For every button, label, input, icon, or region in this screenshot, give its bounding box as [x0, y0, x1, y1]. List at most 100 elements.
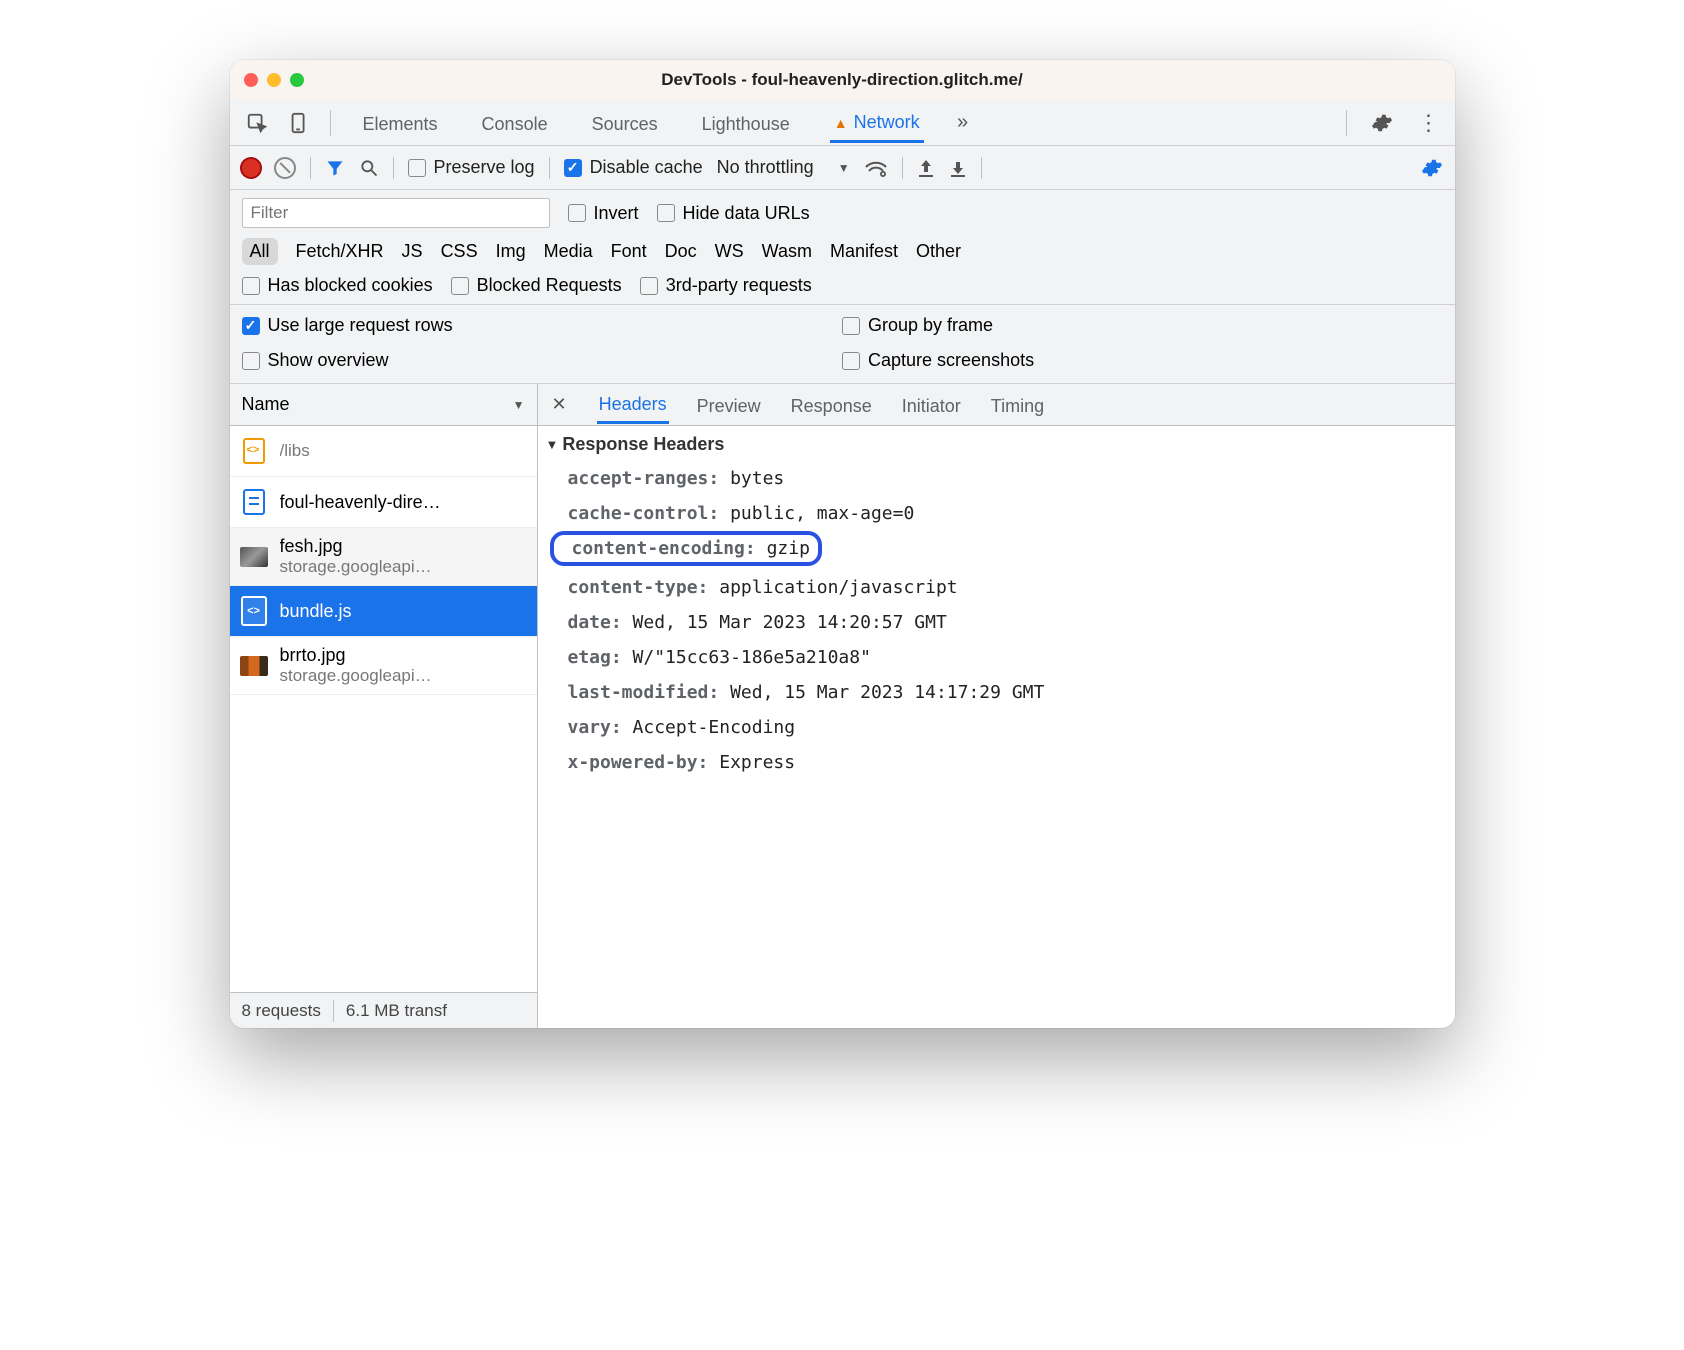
blocked-cookies-label: Has blocked cookies: [268, 275, 433, 296]
chip-font[interactable]: Font: [611, 241, 647, 262]
request-row[interactable]: foul-heavenly-dire…: [230, 477, 537, 528]
chip-fetch-xhr[interactable]: Fetch/XHR: [296, 241, 384, 262]
chip-css[interactable]: CSS: [441, 241, 478, 262]
response-headers-section[interactable]: ▼ Response Headers: [546, 434, 1441, 455]
tab-elements[interactable]: Elements: [359, 104, 442, 142]
type-filter-chips: All Fetch/XHR JS CSS Img Media Font Doc …: [242, 238, 1443, 265]
divider: [981, 157, 982, 179]
search-icon[interactable]: [359, 158, 379, 178]
header-line-highlighted: content-encoding: gzip: [550, 531, 822, 566]
name-column-label: Name: [242, 394, 290, 415]
header-line: accept-ranges: bytes: [546, 461, 1441, 496]
network-settings-gear-icon[interactable]: [1421, 157, 1443, 179]
divider: [330, 110, 331, 136]
chip-ws[interactable]: WS: [715, 241, 744, 262]
header-line: last-modified: Wed, 15 Mar 2023 14:17:29…: [546, 675, 1441, 710]
tab-timing[interactable]: Timing: [989, 387, 1046, 423]
request-list-pane: Name ▼ /libs foul-heavenly-dire…: [230, 384, 538, 1028]
upload-har-icon[interactable]: [917, 158, 935, 178]
title-bar: DevTools - foul-heavenly-direction.glitc…: [230, 60, 1455, 100]
document-file-icon: [240, 485, 268, 519]
inspect-element-icon[interactable]: [240, 106, 274, 140]
chip-media[interactable]: Media: [544, 241, 593, 262]
header-line: date: Wed, 15 Mar 2023 14:20:57 GMT: [546, 605, 1441, 640]
name-column-header[interactable]: Name ▼: [230, 384, 537, 426]
download-har-icon[interactable]: [949, 158, 967, 178]
headers-body: ▼ Response Headers accept-ranges: bytes …: [538, 426, 1455, 1028]
network-conditions-icon[interactable]: [864, 158, 888, 178]
header-line: content-type: application/javascript: [546, 570, 1441, 605]
chip-doc[interactable]: Doc: [665, 241, 697, 262]
status-strip: 8 requests 6.1 MB transf: [230, 992, 537, 1028]
request-row[interactable]: fesh.jpg storage.googleapi…: [230, 528, 537, 586]
script-file-icon: <>: [240, 594, 268, 628]
filter-bar: Invert Hide data URLs All Fetch/XHR JS C…: [230, 190, 1455, 305]
request-name: bundle.js: [280, 601, 352, 622]
kebab-menu-icon[interactable]: ⋮: [1411, 106, 1445, 140]
warning-triangle-icon: ▲: [834, 115, 848, 131]
throttling-select[interactable]: No throttling ▼: [717, 157, 850, 178]
chip-other[interactable]: Other: [916, 241, 961, 262]
third-party-toggle[interactable]: 3rd-party requests: [640, 275, 812, 296]
tab-console[interactable]: Console: [478, 104, 552, 142]
preserve-log-label: Preserve log: [434, 157, 535, 178]
tab-network[interactable]: ▲ Network: [830, 102, 924, 143]
screenshots-toggle[interactable]: Capture screenshots: [842, 350, 1443, 371]
request-name: fesh.jpg: [280, 536, 432, 557]
chip-img[interactable]: Img: [496, 241, 526, 262]
chip-wasm[interactable]: Wasm: [762, 241, 812, 262]
request-row[interactable]: brrto.jpg storage.googleapi…: [230, 637, 537, 695]
disable-cache-toggle[interactable]: Disable cache: [564, 157, 703, 178]
invert-toggle[interactable]: Invert: [568, 203, 639, 224]
header-line: cache-control: public, max-age=0: [546, 496, 1441, 531]
record-button[interactable]: [242, 159, 260, 177]
show-overview-label: Show overview: [268, 350, 389, 371]
tab-initiator[interactable]: Initiator: [900, 387, 963, 423]
clear-button[interactable]: [274, 157, 296, 179]
chevron-down-icon: ▼: [838, 161, 850, 175]
chip-js[interactable]: JS: [402, 241, 423, 262]
group-frame-toggle[interactable]: Group by frame: [842, 315, 1443, 336]
main-split: Name ▼ /libs foul-heavenly-dire…: [230, 384, 1455, 1028]
filter-input[interactable]: [242, 198, 550, 228]
settings-gear-icon[interactable]: [1365, 106, 1399, 140]
panel-tab-bar: Elements Console Sources Lighthouse ▲ Ne…: [230, 100, 1455, 146]
header-line: vary: Accept-Encoding: [546, 710, 1441, 745]
request-subtext: storage.googleapi…: [280, 666, 432, 686]
request-list: /libs foul-heavenly-dire… fesh.jpg stora…: [230, 426, 537, 992]
device-toolbar-icon[interactable]: [282, 106, 316, 140]
third-party-label: 3rd-party requests: [666, 275, 812, 296]
show-overview-toggle[interactable]: Show overview: [242, 350, 843, 371]
hide-data-urls-toggle[interactable]: Hide data URLs: [657, 203, 810, 224]
blocked-cookies-toggle[interactable]: Has blocked cookies: [242, 275, 433, 296]
throttling-value: No throttling: [717, 157, 814, 178]
chip-all[interactable]: All: [242, 238, 278, 265]
detail-tab-bar: ✕ Headers Preview Response Initiator Tim…: [538, 384, 1455, 426]
blocked-requests-label: Blocked Requests: [477, 275, 622, 296]
large-rows-toggle[interactable]: Use large request rows: [242, 315, 843, 336]
group-frame-label: Group by frame: [868, 315, 993, 336]
window-title: DevTools - foul-heavenly-direction.glitc…: [230, 70, 1455, 90]
tab-network-label: Network: [854, 112, 920, 133]
header-line: x-powered-by: Express: [546, 745, 1441, 780]
invert-label: Invert: [594, 203, 639, 224]
request-row[interactable]: <> bundle.js: [230, 586, 537, 637]
disclosure-triangle-icon: ▼: [546, 437, 559, 452]
more-tabs-icon[interactable]: »: [946, 106, 980, 140]
tab-response[interactable]: Response: [789, 387, 874, 423]
filter-toggle-icon[interactable]: [325, 158, 345, 178]
preserve-log-toggle[interactable]: Preserve log: [408, 157, 535, 178]
tab-sources[interactable]: Sources: [588, 104, 662, 142]
tab-headers[interactable]: Headers: [597, 385, 669, 424]
close-detail-icon[interactable]: ✕: [548, 394, 571, 415]
screenshots-label: Capture screenshots: [868, 350, 1034, 371]
image-thumb-icon: [240, 540, 268, 574]
chevron-down-icon: ▼: [513, 398, 525, 412]
tab-preview[interactable]: Preview: [695, 387, 763, 423]
network-toolbar: Preserve log Disable cache No throttling…: [230, 146, 1455, 190]
request-row[interactable]: /libs: [230, 426, 537, 477]
chip-manifest[interactable]: Manifest: [830, 241, 898, 262]
tab-lighthouse[interactable]: Lighthouse: [698, 104, 794, 142]
blocked-requests-toggle[interactable]: Blocked Requests: [451, 275, 622, 296]
status-requests: 8 requests: [230, 1001, 333, 1021]
